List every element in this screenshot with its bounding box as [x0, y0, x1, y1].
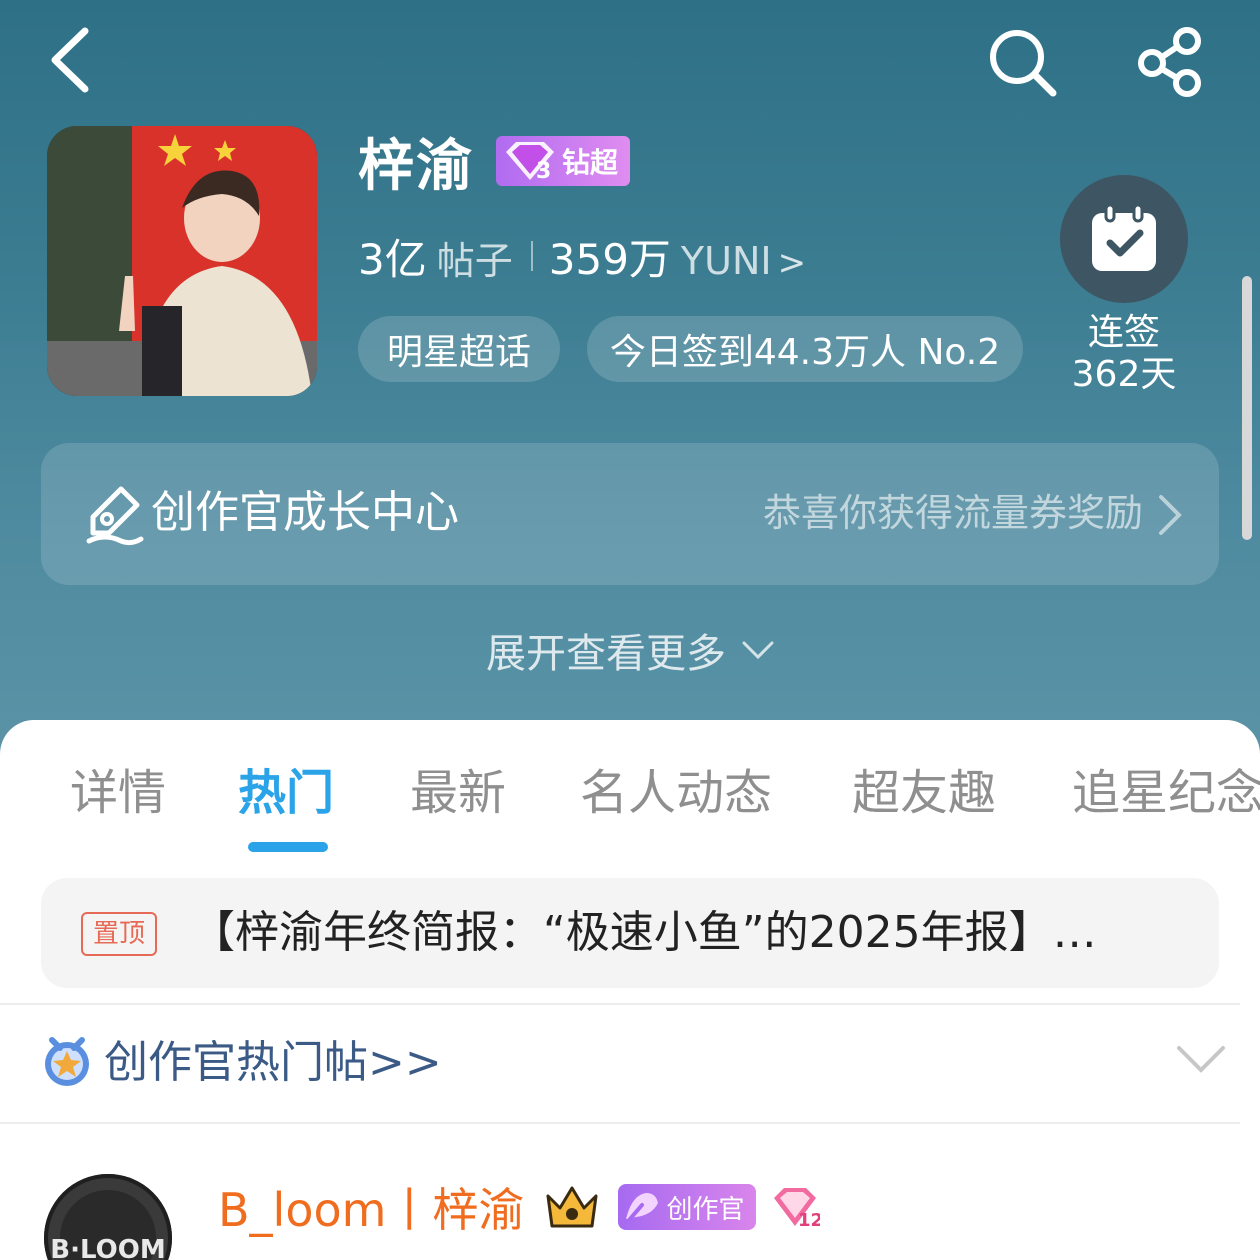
active-tab-indicator — [248, 842, 328, 852]
diamond-super-label: 钻超 — [562, 146, 619, 179]
fans-chevron: > — [777, 243, 807, 283]
pinned-tag: 置顶 — [81, 912, 158, 956]
fans-count: 359万 — [548, 235, 671, 284]
chevron-down-icon — [742, 641, 774, 660]
svg-text:3: 3 — [536, 159, 551, 184]
post-author-row: B_loom丨梓渝 创作官 12 — [218, 1172, 820, 1242]
creator-hot-posts-label: 创作官热门帖>> — [104, 1037, 442, 1088]
creator-badge[interactable]: 创作官 — [618, 1184, 757, 1230]
creator-badge-icon — [626, 1193, 659, 1221]
tab-details[interactable]: 详情 — [70, 758, 166, 828]
pen-icon — [86, 486, 144, 546]
tab-celebrity-updates[interactable]: 名人动态 — [580, 758, 772, 828]
svg-text:12: 12 — [798, 1210, 820, 1230]
feed-tabs: 详情 热门 最新 名人动态 超友趣 追星纪念 — [0, 758, 1260, 828]
growth-center-subtitle: 恭喜你获得流量券奖励 — [762, 491, 1143, 535]
tab-fan-memorial[interactable]: 追星纪念 — [1072, 758, 1260, 828]
expand-more-label: 展开查看更多 — [486, 631, 726, 677]
topic-title-row: 梓渝 3 钻超 — [358, 126, 631, 199]
chevron-right-icon — [1159, 495, 1182, 535]
author-avatar-image: B·LOOM — [44, 1174, 172, 1260]
growth-center-title: 创作官成长中心 — [151, 487, 459, 538]
posts-label: 帖子 — [436, 239, 513, 283]
feed-scrollbar[interactable] — [1242, 276, 1252, 540]
post-author-avatar[interactable]: B·LOOM — [44, 1174, 172, 1260]
checkin-streak-line2: 362天 — [1071, 354, 1177, 395]
calendar-check-icon — [1092, 203, 1156, 271]
checkin-rank-pill[interactable]: 今日签到44.3万人 No.2 — [587, 316, 1023, 382]
topic-name: 梓渝 — [358, 133, 474, 199]
diamond-super-badge[interactable]: 3 钻超 — [496, 136, 631, 186]
svg-text:B·LOOM: B·LOOM — [50, 1235, 165, 1260]
avatar-photo — [47, 126, 317, 396]
diamond-level-icon: 12 — [774, 1188, 820, 1230]
stats-divider — [530, 241, 533, 271]
growth-center-card[interactable]: 创作官成长中心 恭喜你获得流量券奖励 — [41, 443, 1219, 585]
posts-count: 3亿 — [358, 235, 427, 284]
topic-header: 梓渝 3 钻超 3亿 帖子 359万 YUNI > 明星超话 今日签到44.3万… — [0, 0, 1260, 760]
creator-badge-label: 创作官 — [666, 1194, 745, 1225]
pinned-post-title: 【梓渝年终简报：“极速小鱼”的2025年报】… — [191, 907, 1097, 958]
chevron-left-icon — [51, 27, 89, 93]
chevron-down-icon — [1177, 1046, 1225, 1073]
share-button[interactable] — [1128, 20, 1212, 104]
search-button[interactable] — [980, 20, 1064, 104]
expand-more-button[interactable]: 展开查看更多 — [0, 620, 1260, 680]
divider — [0, 1003, 1240, 1005]
tab-hot[interactable]: 热门 — [238, 758, 334, 828]
topic-avatar[interactable] — [47, 126, 317, 396]
supertopic-page: 梓渝 3 钻超 3亿 帖子 359万 YUNI > 明星超话 今日签到44.3万… — [0, 0, 1260, 1260]
feed-sheet: 详情 热门 最新 名人动态 超友趣 追星纪念 置顶 【梓渝年终简报：“极速小鱼”… — [0, 720, 1260, 1260]
crown-icon — [546, 1186, 598, 1228]
diamond-icon: 3 — [506, 142, 554, 184]
search-icon — [990, 30, 1057, 97]
back-button[interactable] — [30, 20, 110, 100]
fans-label: YUNI — [680, 239, 772, 283]
category-pill[interactable]: 明星超话 — [358, 316, 560, 382]
post-author-name[interactable]: B_loom丨梓渝 — [218, 1174, 524, 1240]
divider — [0, 1122, 1240, 1124]
checkin-button[interactable] — [1060, 175, 1188, 303]
topic-stats[interactable]: 3亿 帖子 359万 YUNI > — [358, 226, 806, 286]
share-icon — [1138, 27, 1201, 97]
checkin-streak: 连签 362天 — [1050, 312, 1198, 396]
checkin-streak-line1: 连签 — [1087, 312, 1160, 353]
creator-hot-posts-row[interactable]: 创作官热门帖>> — [0, 1010, 1240, 1120]
medal-star-icon — [45, 1037, 89, 1086]
tab-latest[interactable]: 最新 — [410, 758, 506, 828]
tab-fan-fun[interactable]: 超友趣 — [852, 758, 996, 828]
pinned-post[interactable]: 置顶 【梓渝年终简报：“极速小鱼”的2025年报】… — [41, 878, 1219, 988]
